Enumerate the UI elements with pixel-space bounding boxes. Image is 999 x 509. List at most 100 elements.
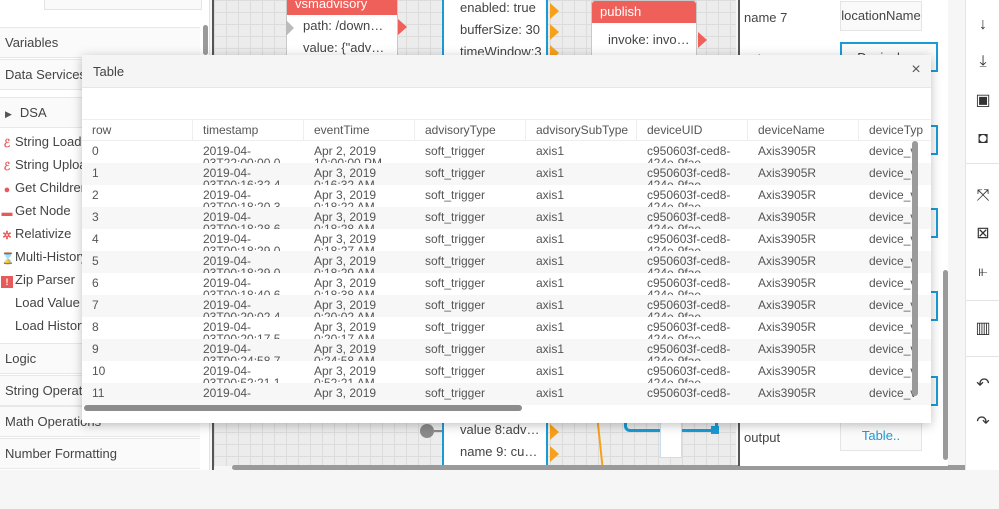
table-cell: soft_trigger — [425, 276, 486, 290]
table-cell: soft_trigger — [425, 166, 486, 180]
column-header[interactable]: eventTime — [304, 120, 415, 140]
table-cell: c950603f-ced8- — [647, 386, 731, 400]
table-vertical-scrollbar[interactable] — [912, 141, 918, 396]
column-header[interactable]: deviceTyp — [859, 120, 931, 140]
node-title: vsmadvisory — [287, 0, 397, 15]
node-field: enabled: true — [460, 0, 536, 15]
table-cell: Apr 3, 2019 0:18:28 AM — [314, 210, 377, 229]
table-cell: 6 — [92, 276, 99, 290]
table-cell: Axis3905R — [758, 364, 817, 378]
collapse-icon[interactable]: ⊠ — [966, 219, 999, 249]
table-cell: Apr 3, 2019 0:20:02 AM — [314, 298, 377, 317]
mini-node[interactable] — [660, 422, 682, 458]
prop-label: name 7 — [744, 10, 788, 25]
node-field: bufferSize: 30 — [460, 22, 540, 37]
table-cell: 2019-04- 03T00:24:58.7 — [203, 342, 281, 361]
node-field: path: /down… — [303, 18, 384, 33]
table-row[interactable]: 2 2019-04- 03T00:18:20.3 Apr 3, 2019 0:18:… — [82, 185, 931, 207]
column-header[interactable]: deviceUID — [637, 120, 748, 140]
column-header[interactable]: timestamp — [193, 120, 304, 140]
output-port[interactable] — [698, 32, 707, 48]
network-icon: ✲ — [2, 230, 12, 242]
input-port[interactable] — [286, 20, 294, 36]
caret-right-icon: ▶ — [5, 109, 12, 119]
output-port[interactable] — [550, 24, 559, 40]
column-header[interactable]: advisoryType — [415, 120, 526, 140]
table-cell: 8 — [92, 320, 99, 334]
table-cell: soft_trigger — [425, 232, 486, 246]
table-cell: 2019-04- 03T00:20:02.4 — [203, 298, 281, 317]
table-cell: Apr 3, 2019 0:24:58 AM — [314, 342, 377, 361]
table-cell: 11 — [92, 386, 105, 400]
table-row[interactable]: 5 2019-04- 03T00:18:29.0 Apr 3, 2019 0:18:… — [82, 251, 931, 273]
table-row[interactable]: 8 2019-04- 03T00:20:17.5 Apr 3, 2019 0:20:… — [82, 317, 931, 339]
table-cell: device_v — [869, 188, 917, 202]
table-cell: Apr 3, 2019 0:52:21 AM — [314, 364, 377, 383]
redo-icon[interactable]: ↷ — [966, 408, 999, 438]
download-icon[interactable]: ⤓ — [966, 47, 999, 77]
select-node-icon[interactable]: ▣ — [966, 86, 999, 116]
output-port[interactable] — [550, 446, 559, 462]
dialog-title: Table — [93, 64, 125, 79]
output-port[interactable] — [550, 424, 559, 440]
table-dialog: Table × row timestamp eventTime advisoryTyp… — [82, 55, 931, 423]
node-field: invoke: invo… — [608, 32, 690, 45]
history-icon: ⌛ — [1, 253, 15, 265]
table-row[interactable]: 11 2019-04- Apr 3, 2019 soft_trigger axis1 c9… — [82, 383, 931, 405]
select-all-icon[interactable]: ◘ — [966, 124, 999, 154]
zip-icon: ! — [1, 276, 13, 288]
sidebar-section-number-formatting[interactable]: Number Formatting — [0, 438, 200, 469]
table-row[interactable]: 1 2019-04- 03T00:16:32.4 Apr 3, 2019 0:16:… — [82, 163, 931, 185]
str-icon: ℰ — [3, 161, 11, 173]
arrow-down-icon[interactable]: ↓ — [966, 10, 999, 40]
table-cell: soft_trigger — [425, 342, 486, 356]
column-header[interactable]: row — [82, 120, 193, 140]
sidebar-section-variables[interactable]: Variables — [0, 27, 200, 58]
table-cell: device_v — [869, 166, 917, 180]
output-table-link[interactable]: Table.. — [840, 421, 922, 451]
table-cell: soft_trigger — [425, 320, 486, 334]
table-cell: Apr 2, 2019 10:00:00 PM — [314, 144, 383, 163]
props-scrollbar[interactable] — [943, 270, 948, 460]
output-port[interactable] — [398, 19, 407, 35]
align-left-icon[interactable]: ⫦ — [966, 257, 999, 287]
output-port[interactable] — [550, 3, 559, 19]
node-publish[interactable]: publish invoke: invo… — [591, 0, 697, 60]
fit-screen-icon[interactable]: ⤧ — [966, 181, 999, 211]
table-cell: 2019-04- 03T00:18:29.0 — [203, 254, 281, 273]
table-cell: device_v — [869, 276, 917, 290]
table-row[interactable]: 6 2019-04- 03T00:18:40.6 Apr 3, 2019 0:18:… — [82, 273, 931, 295]
table-horizontal-scrollbar[interactable] — [84, 405, 522, 411]
table-cell: axis1 — [536, 298, 565, 312]
sidebar-scrollbar[interactable] — [203, 25, 208, 55]
table-cell: device_v — [869, 254, 917, 268]
connector-dot[interactable] — [420, 424, 434, 438]
table-row[interactable]: 3 2019-04- 03T00:18:28.6 Apr 3, 2019 0:18:… — [82, 207, 931, 229]
table-cell: 7 — [92, 298, 99, 312]
node-icon: ▬ — [1, 207, 13, 219]
table-cell: 2019-04- 03T00:18:20.3 — [203, 188, 281, 207]
table-cell: device_v — [869, 144, 917, 158]
frame-icon[interactable]: ▥ — [966, 314, 999, 344]
table-row[interactable]: 4 2019-04- 03T00:18:29.0 Apr 3, 2019 0:18:… — [82, 229, 931, 251]
close-icon[interactable]: × — [907, 61, 925, 79]
wire-anchor — [711, 426, 719, 434]
table-cell: soft_trigger — [425, 298, 486, 312]
sidebar-search-box[interactable] — [44, 0, 202, 10]
table-cell: axis1 — [536, 166, 565, 180]
column-header[interactable]: advisorySubType — [526, 120, 637, 140]
table-row[interactable]: 0 2019-04- 03T22:00:00.0 Apr 2, 2019 10:00… — [82, 141, 931, 163]
node-bottom[interactable]: value 8:adv… name 9: cu… — [442, 418, 548, 466]
table-cell: c950603f-ced8- 424e-9fae — [647, 364, 731, 383]
table-cell: axis1 — [536, 320, 565, 334]
table-cell: device_v — [869, 232, 917, 246]
column-header[interactable]: deviceName — [748, 120, 859, 140]
table-cell: Apr 3, 2019 0:18:38 AM — [314, 276, 377, 295]
prop-value[interactable]: locationName — [840, 1, 922, 31]
table-cell: device_v — [869, 210, 917, 224]
table-row[interactable]: 7 2019-04- 03T00:20:02.4 Apr 3, 2019 0:20:… — [82, 295, 931, 317]
table-row[interactable]: 9 2019-04- 03T00:24:58.7 Apr 3, 2019 0:24:… — [82, 339, 931, 361]
undo-icon[interactable]: ↶ — [966, 370, 999, 400]
node-field: name 9: cu… — [460, 444, 538, 459]
table-row[interactable]: 10 2019-04- 03T00:52:21.1 Apr 3, 2019 0:52… — [82, 361, 931, 383]
